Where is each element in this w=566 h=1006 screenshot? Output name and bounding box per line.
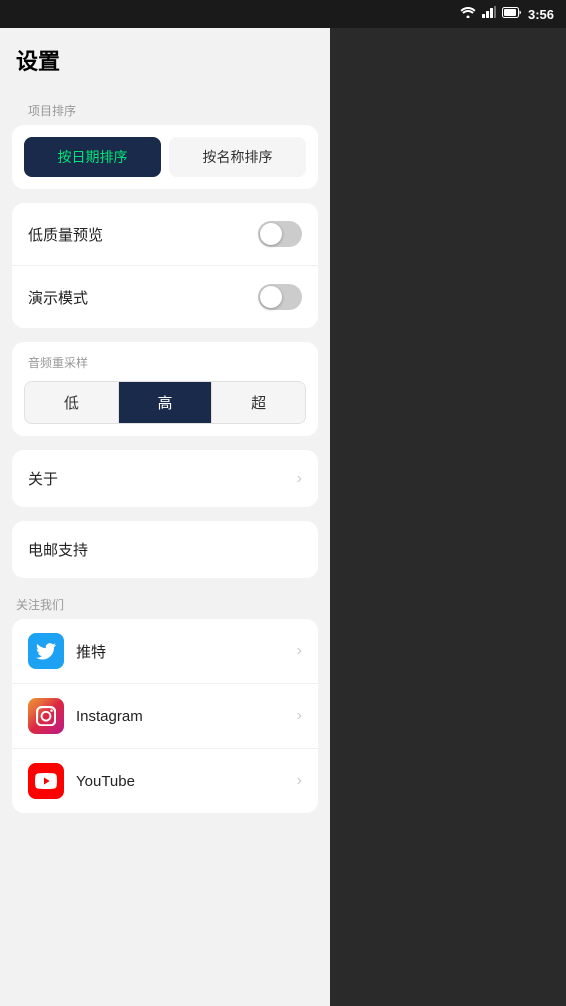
twitter-icon <box>28 633 64 669</box>
low-quality-label: 低质量预览 <box>28 224 103 245</box>
resample-label: 音频重采样 <box>24 354 306 371</box>
status-time: 3:56 <box>528 7 554 22</box>
low-quality-toggle[interactable] <box>258 221 302 247</box>
resample-section: 音频重采样 低 高 超 <box>12 342 318 436</box>
battery-icon <box>502 5 522 23</box>
sort-section-label: 项目排序 <box>12 92 318 125</box>
follow-card: 推特 › Instagram › <box>12 619 318 813</box>
twitter-name: 推特 <box>76 641 297 662</box>
twitter-chevron-icon: › <box>297 642 302 660</box>
youtube-row[interactable]: YouTube › <box>12 749 318 813</box>
about-row[interactable]: 关于 › <box>12 450 318 507</box>
about-label: 关于 <box>28 468 58 489</box>
demo-mode-label: 演示模式 <box>28 287 88 308</box>
resample-ultra-button[interactable]: 超 <box>212 382 305 423</box>
email-card: 电邮支持 <box>12 521 318 578</box>
follow-section-label: 关注我们 <box>0 592 330 619</box>
follow-section: 关注我们 推特 › <box>0 592 330 813</box>
resample-low-button[interactable]: 低 <box>25 382 119 423</box>
instagram-name: Instagram <box>76 708 297 725</box>
right-panel: 项目 元素 <box>330 0 566 1006</box>
settings-panel: 设置 项目排序 按日期排序 按名称排序 低质量预览 演示模式 音频重采样 低 高… <box>0 0 330 1006</box>
signal-icon <box>482 5 496 23</box>
toggle-section: 低质量预览 演示模式 <box>12 203 318 328</box>
email-row[interactable]: 电邮支持 <box>12 521 318 578</box>
sort-by-date-button[interactable]: 按日期排序 <box>24 137 161 177</box>
sort-by-name-button[interactable]: 按名称排序 <box>169 137 306 177</box>
resample-card: 音频重采样 低 高 超 <box>12 342 318 436</box>
demo-mode-row: 演示模式 <box>12 266 318 328</box>
about-chevron-icon: › <box>297 470 302 488</box>
instagram-row[interactable]: Instagram › <box>12 684 318 749</box>
instagram-chevron-icon: › <box>297 707 302 725</box>
sort-section: 项目排序 按日期排序 按名称排序 <box>12 92 318 189</box>
sort-buttons-container: 按日期排序 按名称排序 <box>12 125 318 189</box>
resample-high-button[interactable]: 高 <box>119 382 213 423</box>
status-bar: 3:56 <box>0 0 566 28</box>
instagram-icon <box>28 698 64 734</box>
wifi-icon <box>460 5 476 23</box>
low-quality-row: 低质量预览 <box>12 203 318 266</box>
about-card: 关于 › <box>12 450 318 507</box>
resample-buttons-container: 低 高 超 <box>24 381 306 424</box>
youtube-chevron-icon: › <box>297 772 302 790</box>
youtube-name: YouTube <box>76 773 297 790</box>
twitter-row[interactable]: 推特 › <box>12 619 318 684</box>
demo-mode-toggle[interactable] <box>258 284 302 310</box>
email-label: 电邮支持 <box>28 539 88 560</box>
youtube-icon <box>28 763 64 799</box>
